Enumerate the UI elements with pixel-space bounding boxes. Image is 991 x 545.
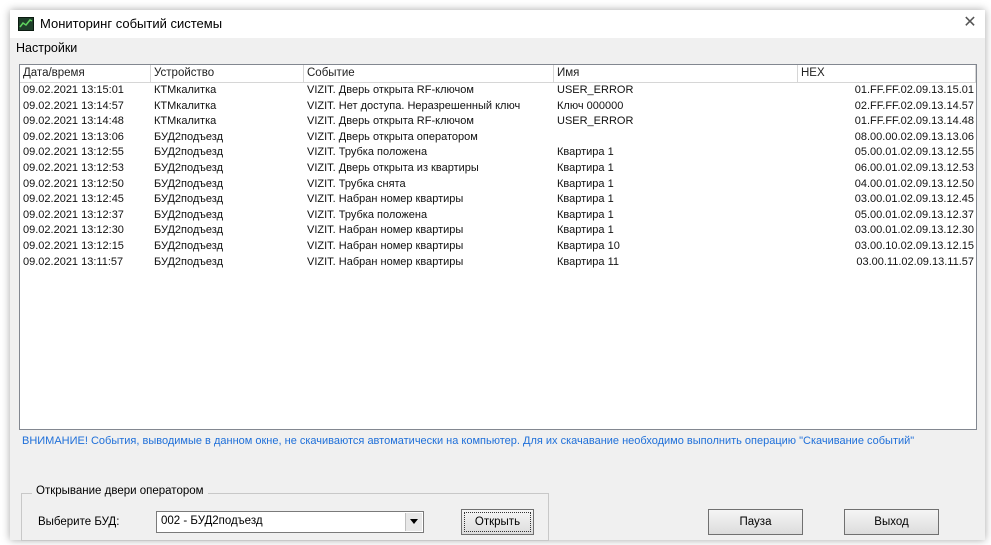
cell-datetime: 09.02.2021 13:15:01 — [23, 84, 124, 96]
cell-device: БУД2подъезд — [154, 177, 224, 190]
table-row[interactable]: 09.02.2021 13:14:57 КТМкалитка VIZIT. Нет … — [20, 99, 976, 115]
cell-datetime: 09.02.2021 13:12:53 — [23, 161, 124, 174]
cell-event: VIZIT. Трубка положена — [307, 146, 428, 159]
bud-select[interactable]: 002 - БУД2подъезд — [156, 511, 424, 533]
cell-datetime: 09.02.2021 13:13:06 — [23, 130, 124, 143]
cell-device: БУД2подъезд — [154, 130, 224, 143]
column-header-name[interactable]: Имя — [554, 65, 798, 82]
cell-event: VIZIT. Нет доступа. Неразрешенный ключ — [307, 99, 521, 112]
menu-bar: Настройки — [10, 38, 985, 58]
cell-device: КТМкалитка — [154, 115, 217, 128]
cell-event: VIZIT. Дверь открыта из квартиры — [307, 161, 479, 174]
cell-hex: 03.00.10.02.09.13.12.15 — [854, 239, 974, 252]
cell-event: VIZIT. Дверь открыта оператором — [307, 130, 478, 143]
cell-name: Квартира 1 — [557, 224, 614, 237]
cell-hex: 01.FF.FF.02.09.13.15.01 — [854, 84, 974, 96]
cell-hex: 03.00.01.02.09.13.12.30 — [854, 224, 974, 237]
cell-datetime: 09.02.2021 13:14:57 — [23, 99, 124, 112]
cell-device: БУД2подъезд — [154, 255, 224, 268]
cell-datetime: 09.02.2021 13:12:55 — [23, 146, 124, 159]
close-icon[interactable]: ✕ — [957, 12, 983, 36]
table-row[interactable]: 09.02.2021 13:15:01 КТМкалитка VIZIT. Двер… — [20, 83, 976, 99]
pause-button[interactable]: Пауза — [708, 509, 803, 535]
cell-event: VIZIT. Дверь открыта RF-ключом — [307, 84, 474, 96]
list-header: Дата/время Устройство Событие Имя HEX — [20, 65, 976, 83]
column-header-device[interactable]: Устройство — [151, 65, 304, 82]
table-row[interactable]: 09.02.2021 13:12:30 БУД2подъезд VIZIT. Наб… — [20, 223, 976, 239]
cell-name: USER_ERROR — [557, 115, 634, 128]
cell-device: КТМкалитка — [154, 99, 217, 112]
open-door-button[interactable]: Открыть — [461, 509, 534, 535]
cell-name: Квартира 1 — [557, 177, 614, 190]
cell-name: Ключ 000000 — [557, 99, 624, 112]
cell-hex: 03.00.11.02.09.13.11.57 — [856, 255, 974, 268]
cell-device: БУД2подъезд — [154, 208, 224, 221]
column-header-event[interactable]: Событие — [304, 65, 554, 82]
cell-hex: 04.00.01.02.09.13.12.50 — [854, 177, 974, 190]
cell-datetime: 09.02.2021 13:12:30 — [23, 224, 124, 237]
cell-name: Квартира 10 — [557, 239, 620, 252]
cell-event: VIZIT. Трубка снята — [307, 177, 406, 190]
cell-datetime: 09.02.2021 13:12:37 — [23, 208, 124, 221]
cell-hex: 03.00.01.02.09.13.12.45 — [854, 193, 974, 206]
select-bud-label: Выберите БУД: — [38, 516, 120, 528]
chevron-down-icon[interactable] — [405, 513, 422, 531]
monitor-icon — [18, 17, 34, 31]
cell-hex: 01.FF.FF.02.09.13.14.48 — [854, 115, 974, 128]
table-row[interactable]: 09.02.2021 13:13:06 БУД2подъезд VIZIT. Две… — [20, 130, 976, 146]
cell-device: БУД2подъезд — [154, 161, 224, 174]
cell-event: VIZIT. Набран номер квартиры — [307, 224, 464, 237]
cell-datetime: 09.02.2021 13:12:15 — [23, 239, 124, 252]
cell-name: Квартира 1 — [557, 161, 614, 174]
cell-datetime: 09.02.2021 13:11:57 — [23, 255, 124, 268]
table-row[interactable]: 09.02.2021 13:12:45 БУД2подъезд VIZIT. Наб… — [20, 192, 976, 208]
cell-event: VIZIT. Дверь открыта RF-ключом — [307, 115, 474, 128]
table-row[interactable]: 09.02.2021 13:12:53 БУД2подъезд VIZIT. Две… — [20, 161, 976, 177]
cell-hex: 08.00.00.02.09.13.13.06 — [854, 130, 974, 143]
exit-button[interactable]: Выход — [844, 509, 939, 535]
cell-datetime: 09.02.2021 13:12:50 — [23, 177, 124, 190]
cell-device: БУД2подъезд — [154, 146, 224, 159]
cell-device: БУД2подъезд — [154, 224, 224, 237]
cell-hex: 05.00.01.02.09.13.12.55 — [854, 146, 974, 159]
cell-name: Квартира 11 — [557, 255, 620, 268]
cell-name — [554, 130, 798, 146]
cell-name: Квартира 1 — [557, 208, 614, 221]
menu-settings[interactable]: Настройки — [16, 41, 77, 55]
cell-device: БУД2подъезд — [154, 239, 224, 252]
cell-event: VIZIT. Набран номер квартиры — [307, 239, 464, 252]
cell-event: VIZIT. Трубка положена — [307, 208, 428, 221]
cell-hex: 05.00.01.02.09.13.12.37 — [854, 208, 974, 221]
cell-hex: 06.00.01.02.09.13.12.53 — [854, 161, 974, 174]
bud-select-value: 002 - БУД2подъезд — [161, 515, 263, 527]
list-rows: 09.02.2021 13:15:01 КТМкалитка VIZIT. Двер… — [20, 83, 976, 270]
table-row[interactable]: 09.02.2021 13:11:57 БУД2подъезд VIZIT. Наб… — [20, 255, 976, 271]
cell-device: КТМкалитка — [154, 84, 217, 96]
column-header-hex[interactable]: HEX — [798, 65, 976, 82]
cell-event: VIZIT. Набран номер квартиры — [307, 193, 464, 206]
events-list[interactable]: Дата/время Устройство Событие Имя HEX 09… — [19, 64, 977, 430]
group-title: Открывание двери оператором — [32, 485, 208, 497]
event-monitor-window: Мониторинг событий системы ✕ Настройки Д… — [10, 10, 985, 541]
title-bar: Мониторинг событий системы ✕ — [10, 10, 985, 38]
table-row[interactable]: 09.02.2021 13:14:48 КТМкалитка VIZIT. Двер… — [20, 114, 976, 130]
table-row[interactable]: 09.02.2021 13:12:50 БУД2подъезд VIZIT. Тру… — [20, 177, 976, 193]
table-row[interactable]: 09.02.2021 13:12:37 БУД2подъезд VIZIT. Тру… — [20, 208, 976, 224]
cell-name: Квартира 1 — [557, 146, 614, 159]
window-title: Мониторинг событий системы — [40, 16, 223, 31]
table-row[interactable]: 09.02.2021 13:12:15 БУД2подъезд VIZIT. Наб… — [20, 239, 976, 255]
cell-datetime: 09.02.2021 13:14:48 — [23, 115, 124, 128]
cell-event: VIZIT. Набран номер квартиры — [307, 255, 464, 268]
cell-hex: 02.FF.FF.02.09.13.14.57 — [854, 99, 974, 112]
column-header-datetime[interactable]: Дата/время — [20, 65, 151, 82]
warning-notice: ВНИМАНИЕ! События, выводимые в данном ок… — [22, 435, 915, 447]
cell-name: USER_ERROR — [557, 84, 634, 96]
cell-device: БУД2подъезд — [154, 193, 224, 206]
cell-datetime: 09.02.2021 13:12:45 — [23, 193, 124, 206]
cell-name: Квартира 1 — [557, 193, 614, 206]
table-row[interactable]: 09.02.2021 13:12:55 БУД2подъезд VIZIT. Тру… — [20, 145, 976, 161]
